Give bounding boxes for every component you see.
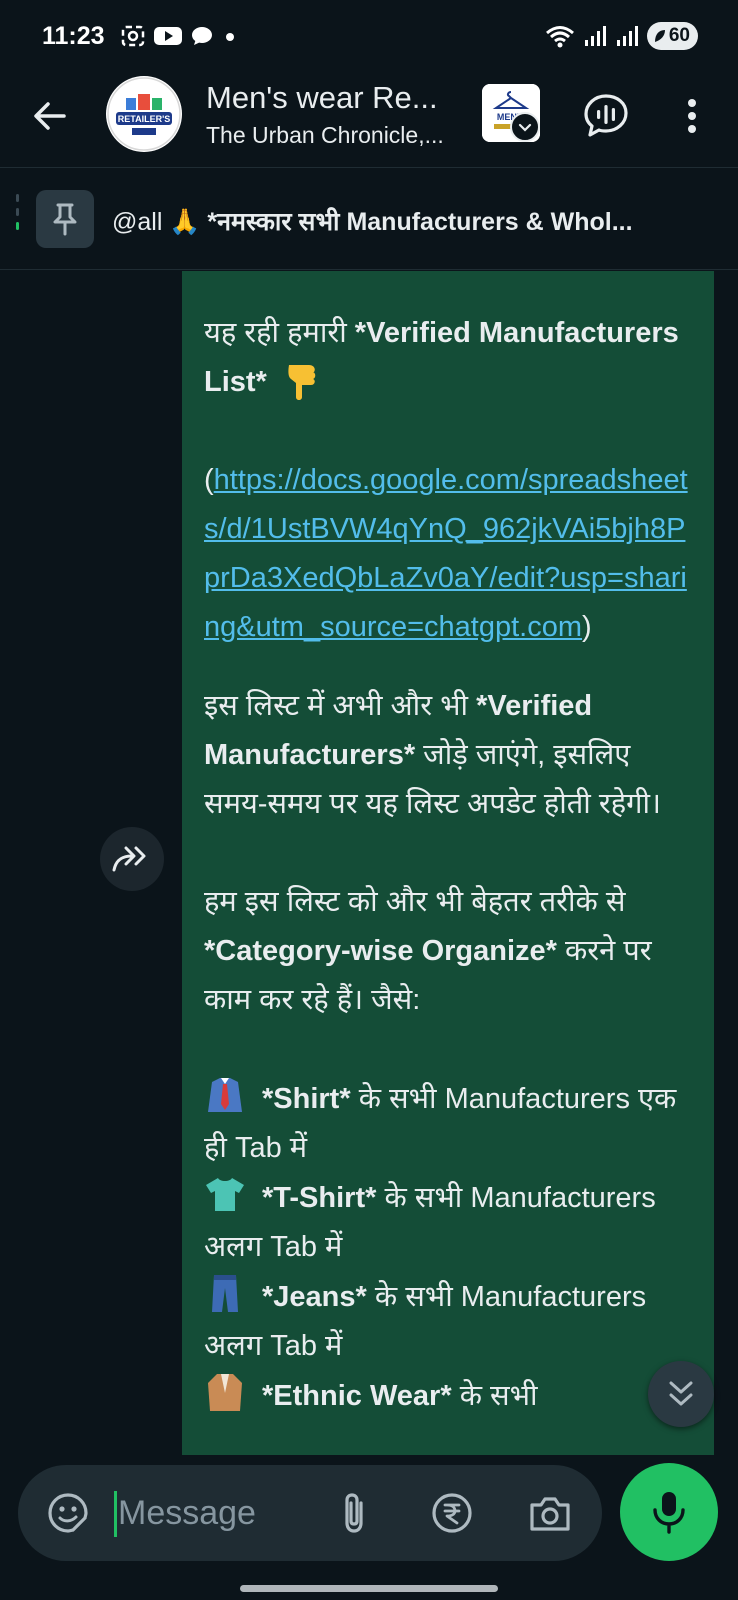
- pinned-prefix: @all 🙏: [112, 208, 208, 236]
- message-input[interactable]: [118, 1483, 318, 1543]
- battery-indicator: 60: [646, 22, 698, 50]
- chat-bubble-icon: [192, 27, 212, 45]
- message-list[interactable]: यह रही हमारी *Verified Manufacturers Lis…: [0, 271, 738, 1455]
- payment-button[interactable]: [428, 1489, 476, 1537]
- chevron-down-icon: [518, 123, 532, 132]
- pinned-message-banner[interactable]: @all 🙏 *नमस्कार सभी Manufacturers & Whol…: [0, 168, 738, 270]
- signal-icon: [584, 26, 606, 46]
- item-bold: *Ethnic Wear*: [262, 1380, 452, 1412]
- leaf-icon: [654, 30, 665, 42]
- message-paragraph-3: हम इस लिस्ट को और भी बेहतर तरीके से *Cat…: [204, 878, 692, 1025]
- intro-plain: यह रही हमारी: [204, 317, 355, 349]
- link-open-paren: (: [204, 464, 214, 496]
- tie-shirt-emoji: [208, 1078, 242, 1112]
- item-text: के सभी: [451, 1380, 538, 1412]
- rupee-icon: [432, 1493, 472, 1533]
- attach-button[interactable]: [330, 1489, 378, 1537]
- group-avatar[interactable]: RETAILER'S: [106, 76, 182, 152]
- message-intro: यह रही हमारी *Verified Manufacturers Lis…: [204, 309, 692, 407]
- item-bold: *Shirt*: [262, 1083, 351, 1115]
- para3-text-a: हम इस लिस्ट को और भी बेहतर तरीके से: [204, 886, 626, 918]
- category-item: *Jeans* के सभी Manufacturers अलग Tab में: [204, 1272, 692, 1371]
- sticker-button[interactable]: [44, 1489, 92, 1537]
- item-bold: *T-Shirt*: [262, 1182, 377, 1214]
- scroll-to-bottom-button[interactable]: [648, 1361, 714, 1427]
- signal-icon: [616, 26, 638, 46]
- retailers-club-logo: RETAILER'S: [107, 77, 181, 151]
- pin-position-indicator: [16, 194, 20, 244]
- system-icons: 60: [545, 22, 698, 50]
- message-composer: [0, 1455, 738, 1600]
- camera-icon: [530, 1497, 570, 1531]
- category-item: *Ethnic Wear* के सभी: [204, 1371, 692, 1421]
- para3-bold: *Category-wise Organize*: [204, 935, 557, 967]
- more-vertical-icon: [688, 99, 696, 133]
- pin-icon-box: [36, 190, 94, 248]
- status-time: 11:23: [42, 22, 105, 50]
- pinned-bold-text: *नमस्कार सभी Manufacturers & Whol...: [207, 208, 633, 236]
- home-indicator[interactable]: [240, 1585, 498, 1592]
- wifi-icon: [545, 26, 574, 48]
- avatar-text: RETAILER'S: [118, 114, 170, 124]
- back-button[interactable]: [26, 92, 74, 140]
- community-badge: [510, 112, 540, 142]
- sheet-link-paragraph: (https://docs.google.com/spreadsheets/d/…: [204, 456, 692, 652]
- message-paragraph-2: इस लिस्ट में अभी और भी *Verified Manufac…: [204, 682, 692, 829]
- camera-button[interactable]: [526, 1489, 574, 1537]
- pin-icon: [53, 203, 77, 236]
- message-input-container: [18, 1465, 602, 1561]
- screenshot-icon: [121, 25, 145, 47]
- item-bold: *Jeans*: [262, 1281, 367, 1313]
- para2-text-a: इस लिस्ट में अभी और भी: [204, 690, 477, 722]
- jeans-emoji: [212, 1275, 238, 1312]
- battery-level: 60: [668, 25, 690, 46]
- more-options-button[interactable]: [670, 90, 714, 142]
- category-item: *Shirt* के सभी Manufacturers एक ही Tab म…: [204, 1074, 692, 1173]
- chat-header: RETAILER'S Men's wear Re... The Urban Ch…: [0, 72, 738, 168]
- notification-icons: [120, 24, 238, 48]
- google-sheet-link[interactable]: https://docs.google.com/spreadsheets/d/1…: [204, 464, 688, 643]
- microphone-icon: [653, 1492, 685, 1534]
- dot-icon: [226, 33, 234, 41]
- coat-emoji: [208, 1374, 242, 1411]
- chat-subtitle[interactable]: The Urban Chronicle,...: [206, 122, 461, 149]
- forward-icon: [112, 846, 146, 872]
- paperclip-icon: [345, 1493, 363, 1533]
- forward-button[interactable]: [100, 827, 164, 891]
- chat-title[interactable]: Men's wear Re...: [206, 80, 456, 116]
- status-bar: 11:23 60: [0, 0, 738, 72]
- text-caret: [114, 1491, 117, 1537]
- double-chevron-down-icon: [669, 1381, 693, 1406]
- voice-message-button[interactable]: [620, 1463, 718, 1561]
- pointing-down-emoji: [288, 365, 316, 400]
- arrow-left-icon: [34, 102, 66, 130]
- sticker-icon: [48, 1493, 88, 1533]
- youtube-icon: [154, 27, 182, 45]
- link-close-paren: ): [582, 611, 592, 643]
- voice-chat-button[interactable]: [580, 90, 632, 142]
- pinned-message-text: @all 🙏 *नमस्कार सभी Manufacturers & Whol…: [112, 204, 712, 238]
- chat-screen: 11:23 60 RETAILER'S Men's wear Re... The…: [0, 0, 738, 1600]
- tshirt-emoji: [206, 1178, 244, 1211]
- message-bubble[interactable]: यह रही हमारी *Verified Manufacturers Lis…: [182, 271, 714, 1455]
- category-item: *T-Shirt* के सभी Manufacturers अलग Tab म…: [204, 1173, 692, 1272]
- voice-chat-icon: [584, 94, 628, 137]
